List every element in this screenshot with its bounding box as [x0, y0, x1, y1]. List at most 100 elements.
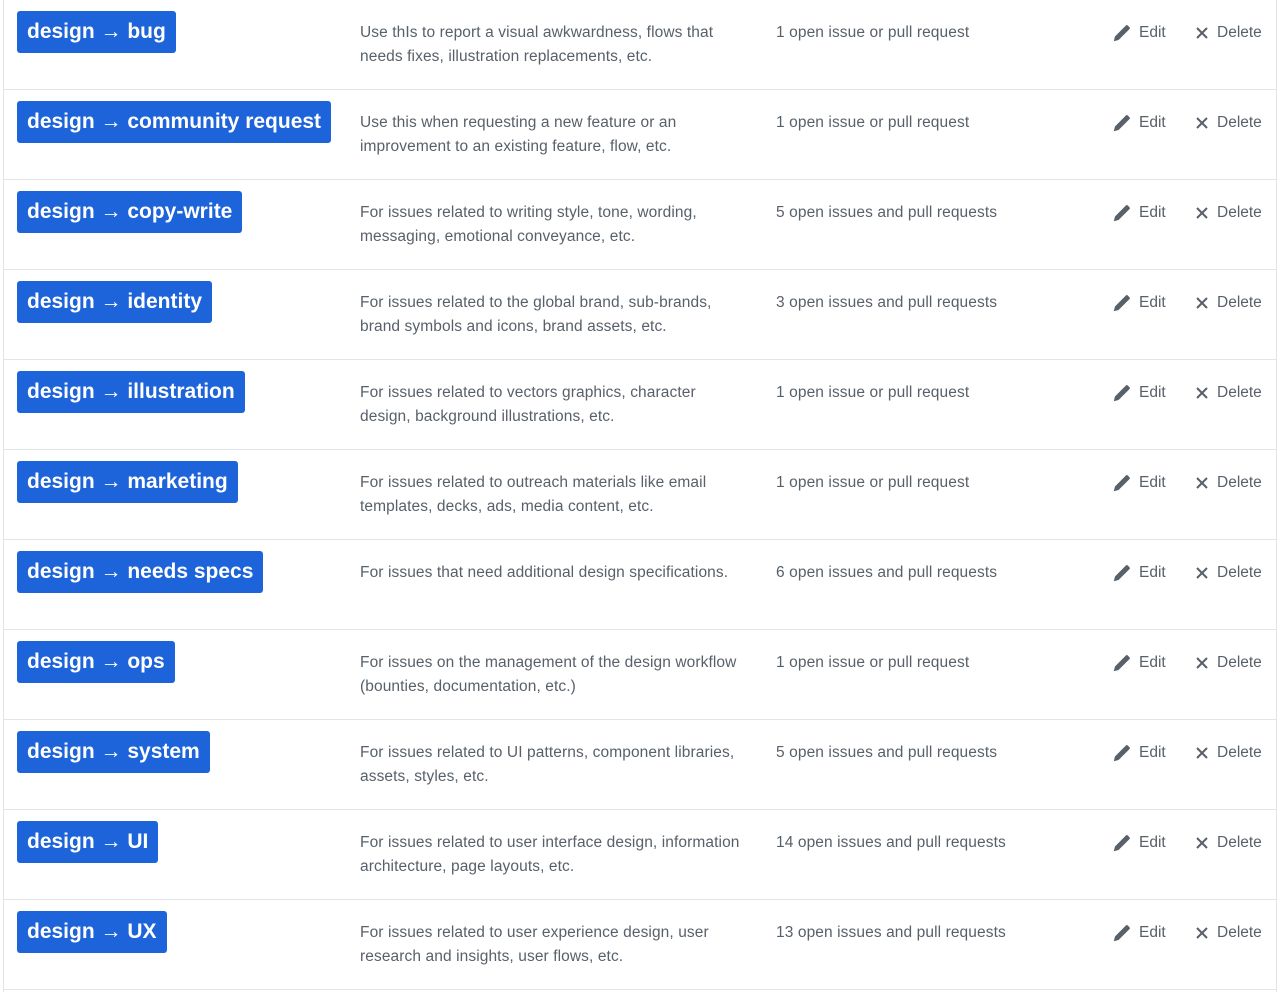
delete-button[interactable]: Delete	[1194, 291, 1262, 315]
delete-label: Delete	[1217, 924, 1262, 941]
label-description: For issues that need additional design s…	[360, 564, 729, 581]
x-icon	[1196, 207, 1208, 219]
edit-button[interactable]: Edit	[1112, 741, 1166, 765]
delete-label: Delete	[1217, 204, 1262, 221]
delete-button[interactable]: Delete	[1194, 921, 1262, 945]
delete-label: Delete	[1217, 24, 1262, 41]
x-icon	[1196, 837, 1208, 849]
edit-button[interactable]: Edit	[1112, 921, 1166, 945]
edit-button[interactable]: Edit	[1112, 561, 1166, 585]
edit-label: Edit	[1139, 924, 1166, 941]
open-issues-link[interactable]: 14 open issues and pull requests	[776, 831, 1006, 855]
edit-button[interactable]: Edit	[1112, 21, 1166, 45]
x-icon	[1196, 657, 1208, 669]
x-icon	[1196, 297, 1208, 309]
pencil-icon	[1113, 294, 1130, 311]
label-pill[interactable]: design → copy-write	[17, 191, 243, 233]
open-issues-link[interactable]: 3 open issues and pull requests	[776, 291, 997, 315]
delete-label: Delete	[1217, 564, 1262, 581]
labels-list: design → bug Use thIs to report a visual…	[3, 0, 1277, 992]
edit-label: Edit	[1139, 564, 1166, 581]
pencil-icon	[1113, 744, 1130, 761]
delete-button[interactable]: Delete	[1194, 561, 1262, 585]
label-row: design → system For issues related to UI…	[4, 720, 1276, 810]
edit-button[interactable]: Edit	[1112, 111, 1166, 135]
delete-button[interactable]: Delete	[1194, 471, 1262, 495]
label-row: design → marketing For issues related to…	[4, 450, 1276, 540]
open-issues-link[interactable]: 5 open issues and pull requests	[776, 201, 997, 225]
pencil-icon	[1113, 924, 1130, 941]
delete-button[interactable]: Delete	[1194, 21, 1262, 45]
delete-button[interactable]: Delete	[1194, 111, 1262, 135]
edit-label: Edit	[1139, 204, 1166, 221]
label-pill[interactable]: design → needs specs	[17, 551, 264, 593]
delete-label: Delete	[1217, 834, 1262, 851]
edit-button[interactable]: Edit	[1112, 201, 1166, 225]
edit-label: Edit	[1139, 834, 1166, 851]
delete-label: Delete	[1217, 744, 1262, 761]
edit-label: Edit	[1139, 474, 1166, 491]
open-issues-link[interactable]: 1 open issue or pull request	[776, 381, 969, 405]
delete-button[interactable]: Delete	[1194, 651, 1262, 675]
label-pill[interactable]: design → illustration	[17, 371, 245, 413]
open-issues-link[interactable]: 13 open issues and pull requests	[776, 921, 1006, 945]
edit-button[interactable]: Edit	[1112, 471, 1166, 495]
x-icon	[1196, 567, 1208, 579]
pencil-icon	[1113, 204, 1130, 221]
label-row: design → illustration For issues related…	[4, 360, 1276, 450]
edit-label: Edit	[1139, 384, 1166, 401]
edit-button[interactable]: Edit	[1112, 381, 1166, 405]
label-description: For issues on the management of the desi…	[360, 654, 737, 695]
pencil-icon	[1113, 474, 1130, 491]
label-row: design → UX For issues related to user e…	[4, 900, 1276, 990]
label-pill[interactable]: design → system	[17, 731, 210, 773]
open-issues-link[interactable]: 1 open issue or pull request	[776, 111, 969, 135]
x-icon	[1196, 117, 1208, 129]
edit-label: Edit	[1139, 744, 1166, 761]
label-description: For issues related to UI patterns, compo…	[360, 744, 735, 785]
x-icon	[1196, 747, 1208, 759]
delete-button[interactable]: Delete	[1194, 381, 1262, 405]
edit-label: Edit	[1139, 294, 1166, 311]
delete-button[interactable]: Delete	[1194, 741, 1262, 765]
delete-label: Delete	[1217, 654, 1262, 671]
open-issues-link[interactable]: 6 open issues and pull requests	[776, 561, 997, 585]
open-issues-link[interactable]: 5 open issues and pull requests	[776, 741, 997, 765]
label-pill[interactable]: design → UI	[17, 821, 159, 863]
label-row: design → needs specs For issues that nee…	[4, 540, 1276, 630]
label-pill[interactable]: design → identity	[17, 281, 213, 323]
edit-button[interactable]: Edit	[1112, 831, 1166, 855]
label-description: For issues related to vectors graphics, …	[360, 384, 696, 425]
label-pill[interactable]: design → marketing	[17, 461, 238, 503]
edit-button[interactable]: Edit	[1112, 651, 1166, 675]
label-description: For issues related to the global brand, …	[360, 294, 712, 335]
label-row: design → ops For issues on the managemen…	[4, 630, 1276, 720]
pencil-icon	[1113, 834, 1130, 851]
delete-button[interactable]: Delete	[1194, 201, 1262, 225]
pencil-icon	[1113, 114, 1130, 131]
open-issues-link[interactable]: 1 open issue or pull request	[776, 471, 969, 495]
edit-label: Edit	[1139, 24, 1166, 41]
x-icon	[1196, 927, 1208, 939]
edit-label: Edit	[1139, 654, 1166, 671]
label-pill[interactable]: design → ops	[17, 641, 175, 683]
label-row: design → copy-write For issues related t…	[4, 180, 1276, 270]
label-pill[interactable]: design → UX	[17, 911, 167, 953]
delete-button[interactable]: Delete	[1194, 831, 1262, 855]
pencil-icon	[1113, 654, 1130, 671]
open-issues-link[interactable]: 1 open issue or pull request	[776, 21, 969, 45]
label-description: For issues related to user interface des…	[360, 834, 740, 875]
label-description: For issues related to user experience de…	[360, 924, 709, 965]
edit-label: Edit	[1139, 114, 1166, 131]
label-pill[interactable]: design → bug	[17, 11, 176, 53]
delete-label: Delete	[1217, 294, 1262, 311]
label-row: design → UI For issues related to user i…	[4, 810, 1276, 900]
delete-label: Delete	[1217, 474, 1262, 491]
open-issues-link[interactable]: 1 open issue or pull request	[776, 651, 969, 675]
label-description: Use thIs to report a visual awkwardness,…	[360, 24, 714, 65]
x-icon	[1196, 387, 1208, 399]
label-row: design → identity For issues related to …	[4, 270, 1276, 360]
edit-button[interactable]: Edit	[1112, 291, 1166, 315]
label-pill[interactable]: design → community request	[17, 101, 332, 143]
label-description: For issues related to writing style, ton…	[360, 204, 697, 245]
